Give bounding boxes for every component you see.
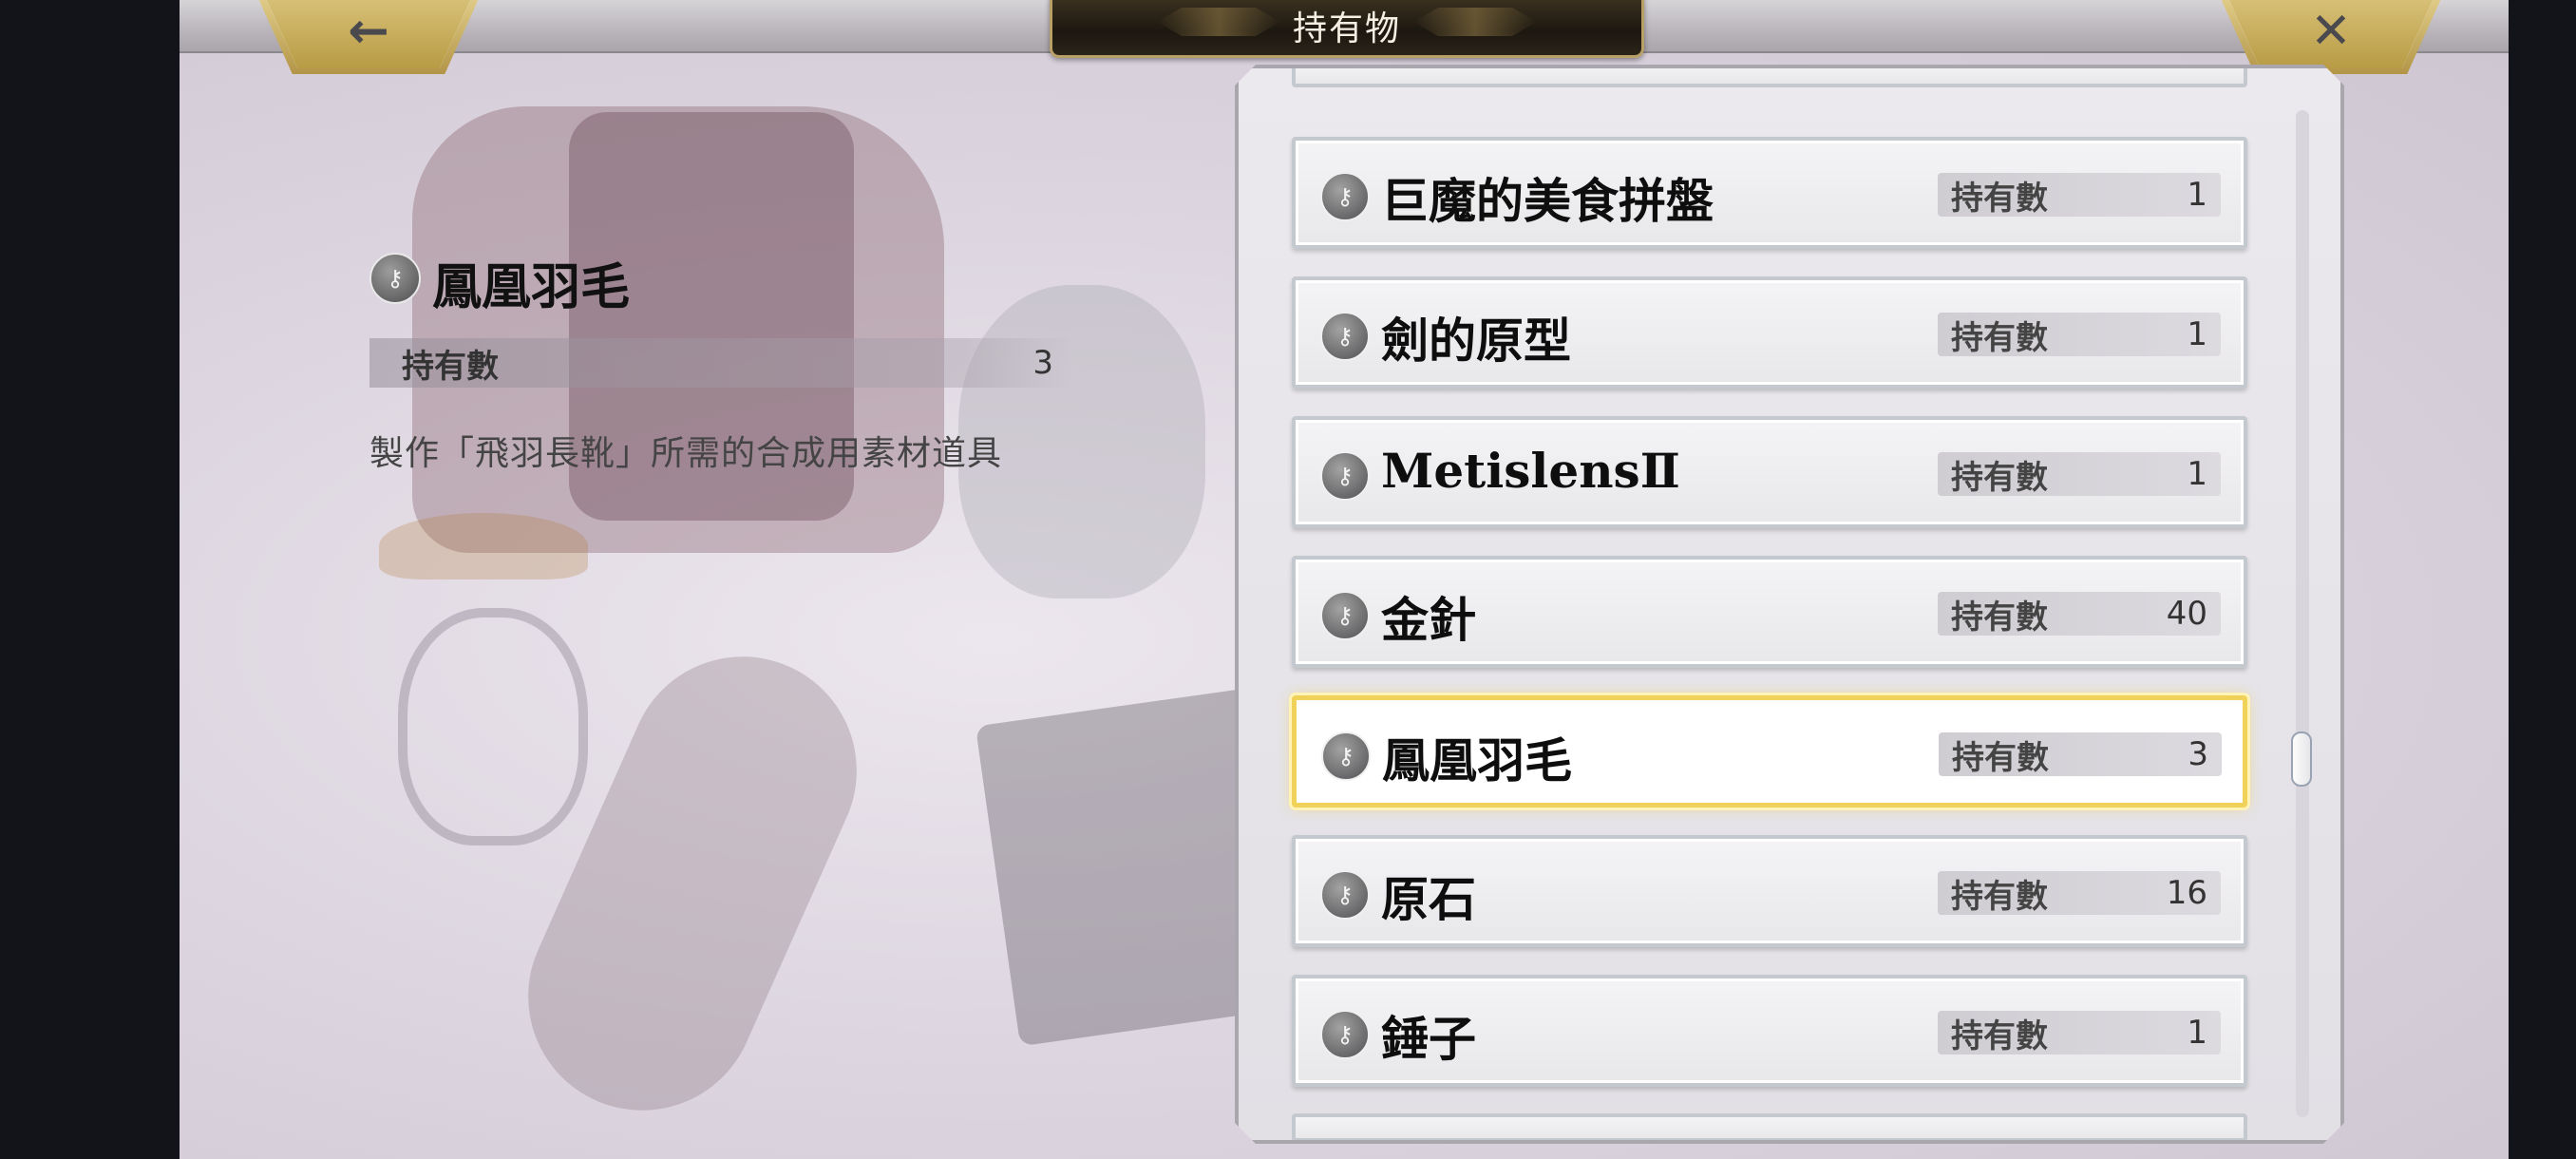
- item-key-icon: ⚷: [369, 253, 421, 304]
- count-label: 持有數: [1951, 1016, 2048, 1055]
- list-item-count: 持有數 1: [1938, 313, 2221, 356]
- list-item-name: 金針: [1381, 592, 1476, 648]
- list-item-count: 持有數 1: [1938, 1011, 2221, 1054]
- detail-count-value: 3: [1032, 344, 1053, 382]
- item-key-icon: ⚷: [1320, 591, 1370, 640]
- list-item-partial-bottom[interactable]: [1292, 1113, 2247, 1140]
- list-item[interactable]: ⚷ 劍的原型 持有數 1: [1292, 276, 2247, 389]
- list-item[interactable]: ⚷ 原石 持有數 16: [1292, 835, 2247, 947]
- detail-description: 製作「飛羽長靴」所需的合成用素材道具: [369, 434, 1003, 473]
- list-item-count: 持有數 1: [1938, 452, 2221, 496]
- item-list[interactable]: ⚷ 巨魔的美食拼盤 持有數 1 ⚷ 劍的原型 持有數 1 ⚷ Metislens…: [1239, 68, 2340, 1140]
- title-ornament-right: [1413, 8, 1537, 36]
- item-key-icon: ⚷: [1321, 732, 1371, 781]
- count-value: 16: [2166, 874, 2207, 912]
- list-item-count: 持有數 1: [1938, 173, 2221, 217]
- count-value: 40: [2166, 595, 2207, 633]
- close-button[interactable]: ✕: [2226, 0, 2435, 68]
- count-label: 持有數: [1951, 877, 2048, 916]
- count-value: 1: [2187, 176, 2207, 214]
- list-item-name: 原石: [1381, 871, 1476, 927]
- item-key-icon: ⚷: [1320, 451, 1370, 501]
- back-arrow-icon: ←: [348, 3, 389, 60]
- item-key-icon: ⚷: [1320, 1010, 1370, 1059]
- item-key-icon: ⚷: [1320, 870, 1370, 920]
- page-title: 持有物: [1292, 10, 1401, 48]
- title-ornament-left: [1157, 8, 1280, 36]
- list-item[interactable]: ⚷ 巨魔的美食拼盤 持有數 1: [1292, 137, 2247, 249]
- list-item-name: 巨魔的美食拼盤: [1381, 173, 1714, 229]
- background-hourglass-art: [398, 608, 588, 846]
- count-label: 持有數: [1951, 598, 2048, 636]
- background-lamp-art: [379, 513, 588, 580]
- list-item-count: 持有數 3: [1939, 732, 2222, 776]
- title-plate: 持有物: [1050, 0, 1644, 58]
- count-label: 持有數: [1951, 458, 2048, 497]
- list-item-count: 持有數 40: [1938, 592, 2221, 636]
- list-item[interactable]: ⚷ MetislensⅡ 持有數 1: [1292, 416, 2247, 528]
- list-item-name: MetislensⅡ: [1381, 443, 1680, 499]
- list-item-name: 錘子: [1381, 1011, 1476, 1067]
- back-button[interactable]: ←: [264, 0, 473, 68]
- item-key-icon: ⚷: [1320, 312, 1370, 361]
- game-screen: ← ✕ 持有物 ⚷ 鳳凰羽毛 持有數 3 製作「飛羽長靴」所需的合成用素材道具 …: [180, 0, 2509, 1159]
- scrollbar-track[interactable]: [2296, 110, 2309, 1117]
- item-key-icon: ⚷: [1320, 172, 1370, 221]
- count-label: 持有數: [1951, 179, 2048, 218]
- scrollbar-thumb[interactable]: [2291, 732, 2312, 787]
- list-item-name: 鳳凰羽毛: [1382, 732, 1572, 788]
- detail-item-name: 鳳凰羽毛: [432, 258, 631, 316]
- count-value: 3: [2188, 735, 2208, 773]
- count-value: 1: [2187, 1014, 2207, 1052]
- item-list-panel: ⚷ 巨魔的美食拼盤 持有數 1 ⚷ 劍的原型 持有數 1 ⚷ Metislens…: [1235, 65, 2344, 1144]
- list-item-count: 持有數 16: [1938, 871, 2221, 915]
- list-item-name: 劍的原型: [1381, 313, 1571, 369]
- count-label: 持有數: [1952, 738, 2049, 777]
- count-value: 1: [2187, 315, 2207, 353]
- count-label: 持有數: [1951, 318, 2048, 357]
- list-item[interactable]: ⚷ 錘子 持有數 1: [1292, 975, 2247, 1087]
- list-item[interactable]: ⚷ 金針 持有數 40: [1292, 556, 2247, 668]
- close-icon: ✕: [2310, 3, 2352, 60]
- detail-count-bar: 持有數 3: [369, 338, 1072, 388]
- list-item-selected[interactable]: ⚷ 鳳凰羽毛 持有數 3: [1292, 695, 2247, 808]
- detail-count-label: 持有數: [402, 347, 499, 386]
- count-value: 1: [2187, 455, 2207, 493]
- list-item-partial-top[interactable]: [1292, 68, 2247, 87]
